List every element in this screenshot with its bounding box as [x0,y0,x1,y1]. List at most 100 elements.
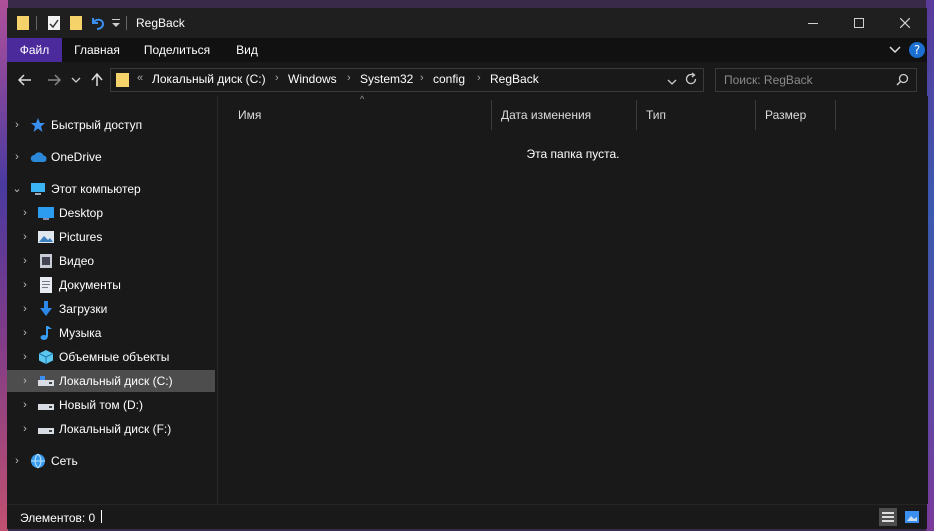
navigation-pane: › Быстрый доступ › OneDrive ⌄ Этот компь… [7,96,217,504]
folder-icon [116,72,130,91]
sidebar-item-drive-c[interactable]: › Локальный диск (C:) [7,370,215,392]
sidebar-item-label: Desktop [59,206,104,220]
ribbon-tabs: Файл Главная Поделиться Вид ? [7,38,927,62]
search-icon[interactable] [896,73,909,89]
svg-text:?: ? [914,43,920,57]
chevron-right-icon[interactable]: › [20,230,30,244]
sidebar-item-network[interactable]: › Сеть [7,450,215,472]
address-bar[interactable]: « Локальный диск (C:) › Windows › System… [110,68,704,92]
sidebar-item-label: Сеть [51,454,78,468]
chevron-right-icon[interactable]: › [20,350,30,364]
chevron-right-icon[interactable]: › [12,150,22,164]
breadcrumb-item[interactable]: RegBack [490,72,539,86]
chevron-right-icon[interactable]: › [20,206,30,220]
recent-locations-button[interactable] [70,70,82,90]
up-button[interactable] [88,70,106,90]
chevron-right-icon[interactable]: › [20,398,30,412]
title-bar[interactable]: RegBack [7,8,927,38]
explorer-window: RegBack Файл Главная Поделиться Вид ? « … [7,8,928,529]
tab-file[interactable]: Файл [7,38,62,62]
status-bar: Элементов: 0 [7,504,927,529]
tab-home[interactable]: Главная [69,38,125,62]
chevron-right-icon[interactable]: › [20,278,30,292]
sidebar-item-label: Документы [59,278,121,292]
breadcrumb-separator-icon[interactable]: › [420,72,424,84]
breadcrumb-item[interactable]: System32 [360,72,413,86]
details-view-button[interactable] [879,508,897,526]
empty-folder-message: Эта папка пуста. [526,147,620,161]
pictures-icon [38,229,54,245]
sidebar-item-3d-objects[interactable]: › Объемные объекты [7,346,215,368]
sidebar-item-label: Загрузки [59,302,108,316]
network-icon [30,453,46,469]
sidebar-item-label: Объемные объекты [59,350,170,364]
refresh-icon[interactable] [684,72,698,89]
breadcrumb-item[interactable]: Локальный диск (C:) [152,72,266,86]
sidebar-item-drive-d[interactable]: › Новый том (D:) [7,394,215,416]
sidebar-item-video[interactable]: › Видео [7,250,215,272]
folder-icon [15,15,31,31]
chevron-right-icon[interactable]: › [20,302,30,316]
help-icon[interactable]: ? [908,41,926,59]
breadcrumb-overflow-icon[interactable]: « [137,72,143,84]
maximize-button[interactable] [836,8,882,38]
sidebar-item-pictures[interactable]: › Pictures [7,226,215,248]
sidebar-item-desktop[interactable]: › Desktop [7,202,215,224]
chevron-down-icon[interactable]: ⌄ [12,182,22,196]
video-icon [38,253,54,269]
sidebar-item-label: Pictures [59,230,103,244]
status-separator [101,510,102,523]
column-header-size[interactable]: Размер [756,100,836,130]
file-list[interactable]: ^ Имя Дата изменения Тип Размер Эта папк… [217,94,928,504]
large-icons-view-button[interactable] [903,508,921,526]
tab-view[interactable]: Вид [229,38,265,62]
chevron-right-icon[interactable]: › [12,118,22,132]
sidebar-item-drive-f[interactable]: › Локальный диск (F:) [7,418,215,440]
sidebar-item-onedrive[interactable]: › OneDrive [7,146,215,168]
breadcrumb-separator-icon[interactable]: › [477,72,481,84]
download-icon [38,301,54,317]
star-icon [30,117,46,133]
breadcrumb-item[interactable]: Windows [288,72,337,86]
back-button[interactable] [15,70,35,90]
sidebar-item-documents[interactable]: › Документы [7,274,215,296]
sidebar-item-label: Музыка [59,326,102,340]
tab-share[interactable]: Поделиться [139,38,215,62]
sidebar-item-downloads[interactable]: › Загрузки [7,298,215,320]
minimize-button[interactable] [790,8,836,38]
cloud-icon [30,149,47,165]
chevron-right-icon[interactable]: › [12,454,22,468]
new-folder-icon[interactable] [68,15,84,31]
toolbar-separator [35,15,39,31]
desktop-icon [38,205,54,221]
sidebar-item-label: Локальный диск (F:) [59,422,172,436]
sidebar-item-label: Быстрый доступ [51,118,143,132]
sidebar-item-quick-access[interactable]: › Быстрый доступ [7,114,215,136]
search-placeholder: Поиск: RegBack [724,73,813,87]
chevron-right-icon[interactable]: › [20,254,30,268]
drive-icon [38,421,54,437]
chevron-right-icon[interactable]: › [20,422,30,436]
customize-toolbar-icon[interactable] [111,15,121,31]
sidebar-item-music[interactable]: › Музыка [7,322,215,344]
chevron-down-icon[interactable] [667,75,677,89]
computer-icon [30,181,46,197]
document-icon [38,277,54,293]
search-input[interactable]: Поиск: RegBack [715,68,917,92]
breadcrumb-separator-icon[interactable]: › [347,72,351,84]
properties-icon[interactable] [46,15,62,31]
column-header-name[interactable]: Имя [229,100,492,130]
sidebar-item-label: Видео [59,254,95,268]
sidebar-item-label: Новый том (D:) [59,398,143,412]
chevron-right-icon[interactable]: › [20,326,30,340]
close-button[interactable] [882,8,928,38]
undo-icon[interactable] [89,15,107,31]
sidebar-item-this-pc[interactable]: ⌄ Этот компьютер [7,178,215,200]
column-header-type[interactable]: Тип [637,100,756,130]
column-header-date-modified[interactable]: Дата изменения [492,100,637,130]
forward-button[interactable] [44,70,64,90]
chevron-down-icon[interactable] [887,42,903,58]
breadcrumb-item[interactable]: config [433,72,465,86]
chevron-right-icon[interactable]: › [20,374,30,388]
breadcrumb-separator-icon[interactable]: › [275,72,279,84]
